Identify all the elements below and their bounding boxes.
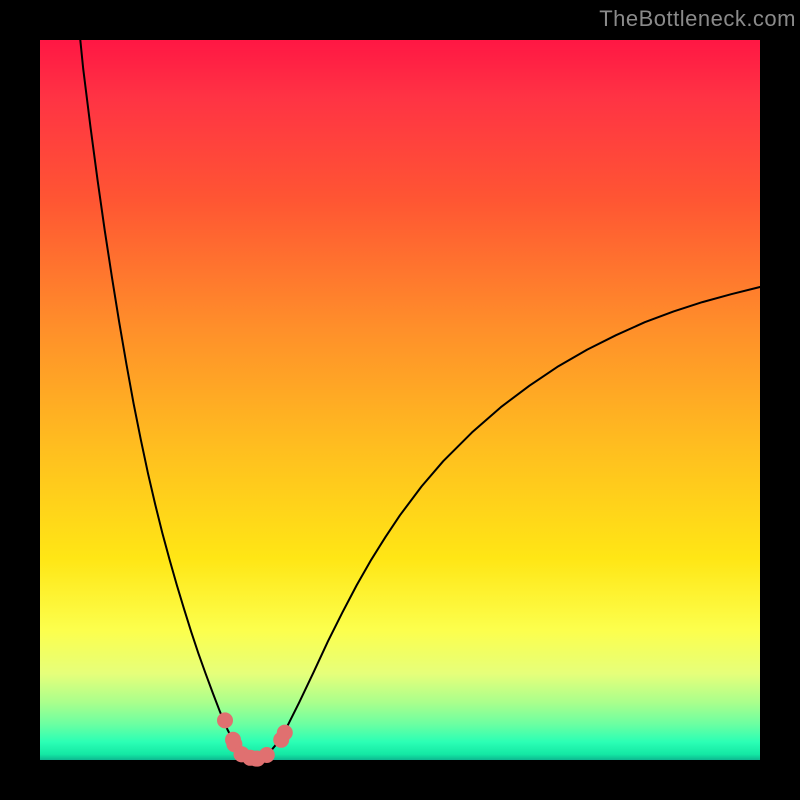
gradient-plot-area [40,40,760,760]
watermark-text: TheBottleneck.com [599,6,796,32]
